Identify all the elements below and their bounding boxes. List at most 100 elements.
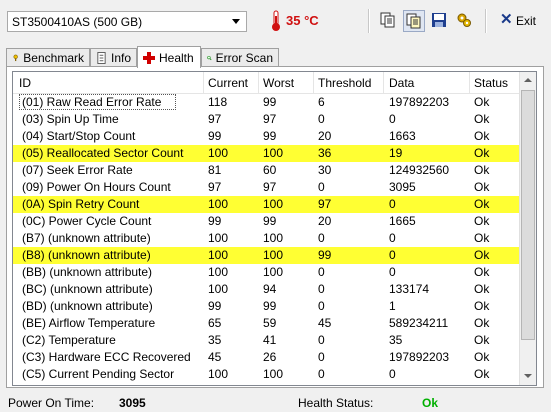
current-cell: 97 — [208, 112, 222, 126]
drive-select[interactable]: ST3500410AS (500 GB) — [7, 11, 247, 32]
tab-error-scan[interactable]: Error Scan — [201, 48, 279, 67]
current-cell: 45 — [208, 350, 222, 364]
column-header-status[interactable]: Status — [474, 76, 508, 90]
current-cell: 100 — [208, 231, 229, 245]
current-cell: 100 — [208, 248, 229, 262]
current-cell: 99 — [208, 299, 222, 313]
power-on-time-value: 3095 — [119, 396, 146, 410]
copy-all-button[interactable] — [403, 10, 425, 32]
worst-cell: 100 — [263, 146, 284, 160]
table-row[interactable]: (07) Seek Error Rate 81 60 30 124932560 Ok — [13, 162, 520, 179]
table-row[interactable]: (C5) Current Pending Sector 100 100 0 0 Ok — [13, 366, 520, 383]
scroll-up-icon[interactable] — [520, 72, 536, 89]
tab-info[interactable]: Info — [90, 48, 137, 67]
table-row[interactable]: (C2) Temperature 35 41 0 35 Ok — [13, 332, 520, 349]
copy-button[interactable] — [378, 10, 400, 32]
scroll-down-icon[interactable] — [520, 368, 536, 385]
data-cell: 0 — [389, 265, 396, 279]
table-row[interactable]: (0A) Spin Retry Count 100 100 97 0 Ok — [13, 196, 520, 213]
attribute-id-cell: (BE) Airflow Temperature — [22, 316, 156, 330]
table-row[interactable]: (C3) Hardware ECC Recovered 45 26 0 19789220… — [13, 349, 520, 366]
save-icon — [432, 13, 446, 27]
table-row[interactable]: (09) Power On Hours Count 97 97 0 3095 Ok — [13, 179, 520, 196]
worst-cell: 100 — [263, 367, 284, 381]
worst-cell: 59 — [263, 316, 277, 330]
table-row[interactable]: (05) Reallocated Sector Count 100 100 36 19 O… — [13, 145, 520, 162]
column-header-worst[interactable]: Worst — [263, 76, 294, 90]
current-cell: 81 — [208, 163, 222, 177]
worst-cell: 100 — [263, 231, 284, 245]
vertical-scrollbar[interactable] — [519, 72, 536, 385]
table-row[interactable]: (B8) (unknown attribute) 100 100 99 0 Ok — [13, 247, 520, 264]
threshold-cell: 0 — [318, 265, 325, 279]
status-cell: Ok — [474, 112, 490, 126]
settings-button[interactable] — [454, 10, 476, 32]
worst-cell: 94 — [263, 282, 277, 296]
column-divider[interactable] — [203, 72, 204, 93]
threshold-cell: 0 — [318, 367, 325, 381]
status-cell: Ok — [474, 248, 490, 262]
status-cell: Ok — [474, 163, 490, 177]
column-header-current[interactable]: Current — [208, 76, 248, 90]
threshold-cell: 6 — [318, 95, 325, 109]
copy-all-icon — [406, 13, 421, 29]
column-divider[interactable] — [383, 72, 384, 93]
data-cell: 197892203 — [389, 350, 450, 364]
table-row[interactable]: (BB) (unknown attribute) 100 100 0 0 Ok — [13, 264, 520, 281]
current-cell: 100 — [208, 146, 229, 160]
current-cell: 97 — [208, 180, 222, 194]
table-row[interactable]: (BD) (unknown attribute) 99 99 0 1 Ok — [13, 298, 520, 315]
scroll-thumb[interactable] — [521, 90, 535, 340]
current-cell: 118 — [208, 95, 228, 109]
attribute-id-cell: (04) Start/Stop Count — [22, 129, 136, 143]
status-cell: Ok — [474, 231, 490, 245]
data-cell: 0 — [389, 112, 396, 126]
column-divider[interactable] — [313, 72, 314, 93]
temperature-readout: 35 °C — [286, 13, 319, 28]
worst-cell: 99 — [263, 214, 277, 228]
status-bar: Power On Time: 3095 Health Status: Ok — [0, 390, 551, 412]
attribute-id-cell: (BC) (unknown attribute) — [22, 282, 153, 296]
table-row[interactable]: (04) Start/Stop Count 99 99 20 1663 Ok — [13, 128, 520, 145]
toolbar-divider — [368, 9, 370, 33]
save-button[interactable] — [429, 10, 451, 32]
health-icon — [143, 51, 155, 64]
table-row[interactable]: (B7) (unknown attribute) 100 100 0 0 Ok — [13, 230, 520, 247]
data-cell: 124932560 — [389, 163, 450, 177]
column-divider[interactable] — [258, 72, 259, 93]
info-icon — [97, 52, 106, 64]
column-header-data[interactable]: Data — [389, 76, 414, 90]
table-row[interactable]: (03) Spin Up Time 97 97 0 0 Ok — [13, 111, 520, 128]
column-header-id[interactable]: ID — [19, 76, 31, 90]
table-row[interactable]: (BE) Airflow Temperature 65 59 45 589234211 O… — [13, 315, 520, 332]
table-row[interactable]: (0C) Power Cycle Count 99 99 20 1665 Ok — [13, 213, 520, 230]
attribute-id-cell: (C2) Temperature — [22, 333, 116, 347]
status-cell: Ok — [474, 265, 490, 279]
data-cell: 3095 — [389, 180, 416, 194]
table-row[interactable]: (BC) (unknown attribute) 100 94 0 133174 Ok — [13, 281, 520, 298]
current-cell: 99 — [208, 214, 222, 228]
worst-cell: 99 — [263, 299, 277, 313]
attribute-id-cell: (B8) (unknown attribute) — [22, 248, 151, 262]
tab-label: Benchmark — [23, 51, 84, 65]
column-divider[interactable] — [469, 72, 470, 93]
worst-cell: 100 — [263, 265, 284, 279]
table-row[interactable]: (01) Raw Read Error Rate 118 99 6 197892203 O… — [13, 94, 520, 111]
tab-label: Info — [110, 51, 131, 65]
tab-benchmark[interactable]: Benchmark — [6, 48, 90, 67]
tab-health[interactable]: Health — [137, 46, 201, 68]
data-cell: 0 — [389, 197, 396, 211]
threshold-cell: 30 — [318, 163, 332, 177]
status-cell: Ok — [474, 146, 490, 160]
threshold-cell: 0 — [318, 282, 325, 296]
current-cell: 65 — [208, 316, 222, 330]
chevron-down-icon[interactable] — [232, 19, 240, 24]
column-header-threshold[interactable]: Threshold — [318, 76, 371, 90]
attribute-id-cell: (BB) (unknown attribute) — [22, 265, 153, 279]
status-cell: Ok — [474, 282, 490, 296]
smart-attributes-table[interactable]: ID Current Worst Threshold Data Status (… — [12, 71, 537, 386]
data-cell: 19 — [389, 146, 403, 160]
current-cell: 100 — [208, 282, 229, 296]
health-panel: ID Current Worst Threshold Data Status (… — [6, 66, 544, 388]
attribute-id-cell: (C3) Hardware ECC Recovered — [22, 350, 191, 364]
